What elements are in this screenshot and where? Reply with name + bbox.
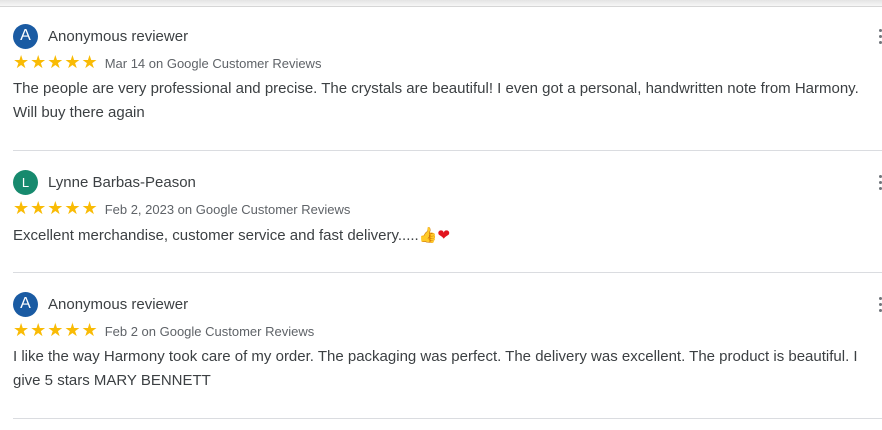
star-rating: ★★★★★	[13, 320, 99, 341]
more-options-icon[interactable]	[871, 175, 882, 191]
review-text-container: Excellent merchandise, customer service …	[13, 223, 881, 248]
more-options-icon[interactable]	[871, 29, 882, 45]
review-rating: ★★★★★ Mar 14 on Google Customer Reviews	[13, 54, 321, 72]
review-date-source: Feb 2, 2023 on Google Customer Reviews	[104, 201, 351, 217]
divider	[13, 272, 882, 273]
review-date-source: Feb 2 on Google Customer Reviews	[104, 323, 315, 339]
review-text: I like the way Harmony took care of my o…	[13, 348, 858, 389]
reviewer-name: Lynne Barbas-Peason	[48, 173, 196, 191]
heart-icon: ❤	[437, 226, 450, 244]
reviewer-name: Anonymous reviewer	[48, 27, 189, 45]
review-rating: ★★★★★ Feb 2 on Google Customer Reviews	[13, 322, 314, 340]
divider	[13, 150, 882, 151]
top-scroll-shadow	[0, 0, 882, 7]
avatar: L	[13, 169, 38, 195]
thumbs-up-icon: 👍	[418, 226, 438, 244]
avatar: A	[13, 23, 38, 49]
review-text: The people are very professional and pre…	[13, 80, 859, 121]
divider	[13, 418, 882, 419]
more-options-icon[interactable]	[871, 297, 882, 313]
review-header: L Lynne Barbas-Peason	[13, 169, 196, 195]
review-text: Excellent merchandise, customer service …	[13, 227, 419, 244]
review-header: A Anonymous reviewer	[13, 23, 188, 49]
reviewer-name: Anonymous reviewer	[48, 295, 189, 313]
review-rating: ★★★★★ Feb 2, 2023 on Google Customer Rev…	[13, 200, 350, 218]
star-rating: ★★★★★	[13, 198, 99, 219]
avatar: A	[13, 291, 38, 317]
review-header: A Anonymous reviewer	[13, 291, 188, 317]
star-rating: ★★★★★	[13, 52, 99, 73]
review-date-source: Mar 14 on Google Customer Reviews	[104, 55, 322, 71]
